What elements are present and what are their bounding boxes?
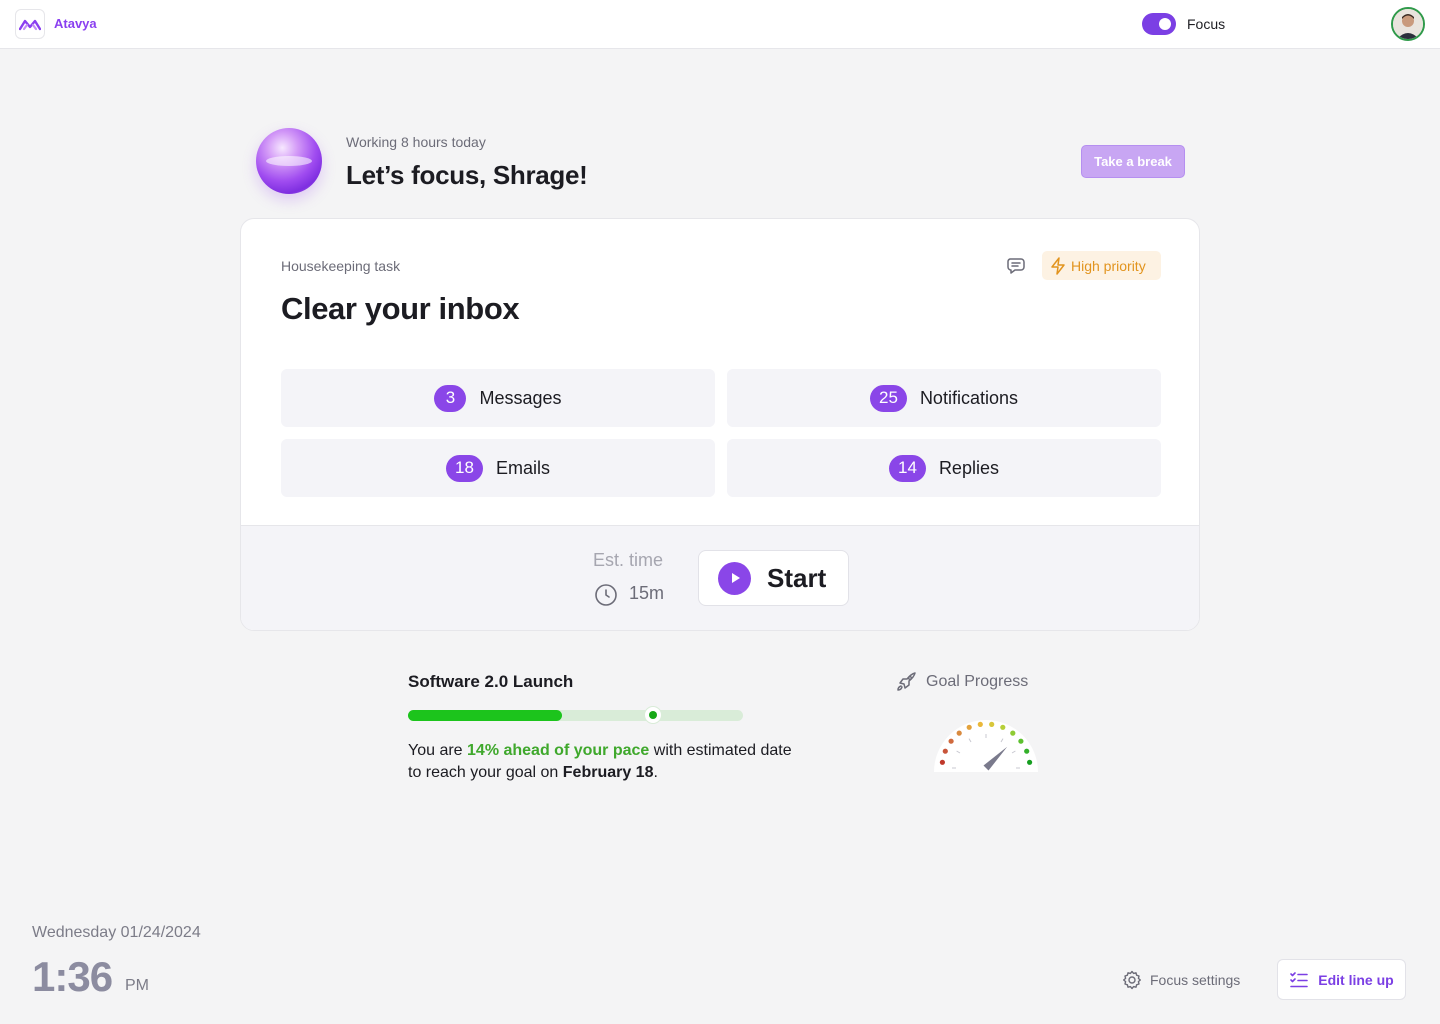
- goal-text-prefix: You are: [408, 742, 468, 759]
- take-break-button[interactable]: Take a break: [1081, 145, 1185, 178]
- clock-icon: [594, 583, 618, 607]
- toggle-knob: [1159, 18, 1171, 30]
- clock-ampm: PM: [125, 977, 149, 994]
- top-bar: Atavya Focus: [0, 0, 1440, 49]
- goal-title: Software 2.0 Launch: [408, 672, 574, 691]
- pace-marker: [643, 706, 662, 724]
- stat-label: Messages: [479, 387, 562, 408]
- date-label: Wednesday 01/24/2024: [32, 924, 201, 941]
- rocket-icon: [895, 671, 917, 693]
- edit-line-up-label: Edit line up: [1318, 971, 1394, 988]
- avatar[interactable]: [1391, 7, 1425, 41]
- gauge-dot: [942, 748, 948, 754]
- est-time-value: 15m: [629, 583, 665, 603]
- gauge-dot: [1024, 748, 1030, 754]
- start-label: Start: [767, 562, 827, 593]
- goal-progress-bar: [408, 710, 743, 721]
- est-time-label: Est. time: [593, 550, 664, 570]
- stat-replies[interactable]: 14 Replies: [727, 439, 1161, 497]
- goal-pace: 14% ahead of your pace: [467, 742, 650, 759]
- gauge-dot: [1018, 738, 1024, 744]
- goal-progress-fill: [408, 710, 563, 721]
- focus-toggle[interactable]: [1142, 13, 1176, 35]
- goal-date: February 18: [562, 764, 654, 781]
- goal-progress-label: Goal Progress: [926, 673, 1029, 690]
- task-type: Housekeeping task: [281, 258, 401, 274]
- stat-count: 14: [889, 454, 926, 482]
- stat-messages[interactable]: 3 Messages: [281, 369, 715, 427]
- focus-label: Focus: [1187, 16, 1226, 32]
- start-button[interactable]: Start: [698, 550, 849, 606]
- stat-notifications[interactable]: 25 Notifications: [727, 369, 1161, 427]
- gauge-dot: [1027, 759, 1033, 765]
- gauge-dot: [989, 721, 995, 727]
- gauge-icon: [930, 712, 1042, 776]
- gauge-dot: [966, 724, 972, 730]
- stat-emails[interactable]: 18 Emails: [281, 439, 715, 497]
- stat-count: 3: [434, 384, 467, 412]
- gauge-dot: [1000, 724, 1006, 730]
- list-check-icon: [1290, 971, 1309, 987]
- edit-line-up-button[interactable]: Edit line up: [1277, 959, 1406, 1000]
- working-hours: Working 8 hours today: [346, 134, 486, 150]
- focus-orb: [256, 128, 322, 194]
- lightning-icon: [1051, 256, 1065, 275]
- stat-label: Replies: [938, 457, 999, 478]
- priority-badge: High priority: [1042, 251, 1161, 280]
- gauge-dot: [977, 721, 983, 727]
- gauge-dot: [939, 759, 945, 765]
- play-icon: [718, 561, 751, 595]
- gauge-dot: [1010, 730, 1016, 736]
- task-card: Housekeeping task Clear your inbox High …: [240, 218, 1200, 631]
- pace-marker-dot: [648, 711, 657, 719]
- atavya-logo-icon[interactable]: [15, 9, 45, 39]
- focus-settings-button[interactable]: Focus settings: [1122, 970, 1240, 990]
- stat-label: Emails: [495, 457, 550, 478]
- stat-count: 18: [446, 454, 483, 482]
- gauge-dot: [948, 738, 954, 744]
- gauge-dot: [956, 730, 962, 736]
- stat-label: Notifications: [919, 387, 1018, 408]
- stat-count: 25: [870, 384, 907, 412]
- focus-settings-label: Focus settings: [1150, 972, 1241, 988]
- task-footer: Est. time 15m Start: [241, 525, 1199, 630]
- app-name[interactable]: Atavya: [54, 16, 97, 31]
- priority-label: High priority: [1071, 257, 1146, 274]
- greeting-title: Let’s focus, Shrage!: [346, 160, 588, 190]
- goal-text-suffix: .: [653, 764, 658, 781]
- gear-icon: [1123, 970, 1141, 990]
- task-title: Clear your inbox: [281, 291, 520, 326]
- chat-icon[interactable]: [1006, 255, 1028, 277]
- clock-time: 1:36: [32, 953, 113, 1000]
- goal-summary: You are 14% ahead of your pace with esti…: [408, 740, 798, 784]
